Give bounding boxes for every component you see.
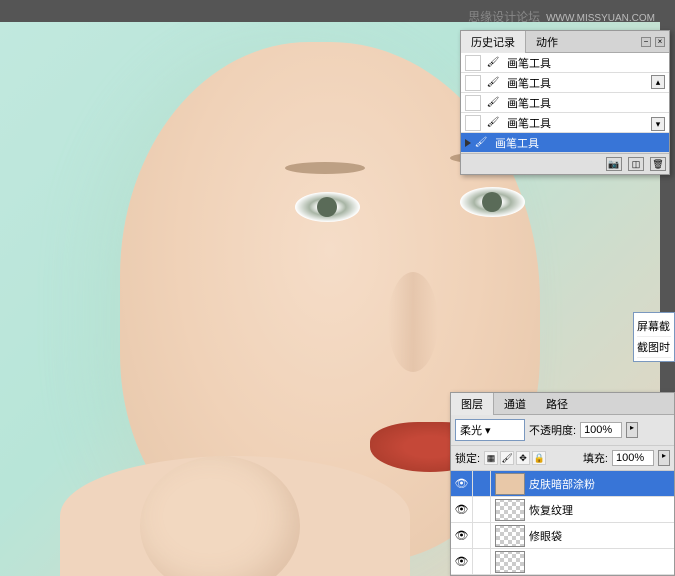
- fill-flyout-icon[interactable]: ▸: [658, 450, 670, 466]
- layers-panel-header: 图层 通道 路径: [451, 393, 674, 415]
- lock-fill-row: 锁定: ▦ 🖌 ✥ 🔒 填充: 100% ▸: [451, 446, 674, 471]
- history-checkbox[interactable]: [465, 75, 481, 91]
- current-state-icon: [465, 139, 471, 147]
- history-label: 画笔工具: [495, 135, 539, 151]
- link-col[interactable]: [473, 497, 491, 522]
- visibility-toggle[interactable]: 👁: [451, 471, 473, 496]
- minimize-icon[interactable]: −: [641, 37, 651, 47]
- close-icon[interactable]: ×: [655, 37, 665, 47]
- layer-thumbnail[interactable]: [495, 551, 525, 573]
- opacity-label: 不透明度:: [529, 422, 576, 438]
- brush-icon: [485, 96, 501, 110]
- history-item[interactable]: 画笔工具: [461, 133, 669, 153]
- history-label: 画笔工具: [507, 95, 551, 111]
- opacity-flyout-icon[interactable]: ▸: [626, 422, 638, 438]
- history-list: ▴ 画笔工具 画笔工具 画笔工具 画笔工具 画笔工具 ▾: [461, 53, 669, 153]
- lock-label: 锁定:: [455, 450, 480, 466]
- blend-opacity-row: 柔光 ▾ 不透明度: 100% ▸: [451, 415, 674, 446]
- layer-thumbnail[interactable]: [495, 525, 525, 547]
- lock-position-icon[interactable]: ✥: [516, 451, 530, 465]
- layers-panel: 图层 通道 路径 柔光 ▾ 不透明度: 100% ▸ 锁定: ▦ 🖌 ✥ 🔒 填…: [450, 392, 675, 576]
- brush-icon: [485, 56, 501, 70]
- history-label: 画笔工具: [507, 75, 551, 91]
- tab-history[interactable]: 历史记录: [461, 31, 526, 53]
- fill-input[interactable]: 100%: [612, 450, 654, 466]
- new-snapshot-icon[interactable]: ◫: [628, 157, 644, 171]
- link-col[interactable]: [473, 523, 491, 548]
- history-checkbox[interactable]: [465, 115, 481, 131]
- tab-channels[interactable]: 通道: [494, 393, 536, 415]
- scroll-up-icon[interactable]: ▴: [651, 75, 665, 89]
- snapshot-icon[interactable]: 📷: [606, 157, 622, 171]
- layer-name: 皮肤暗部涂粉: [529, 476, 595, 492]
- history-checkbox[interactable]: [465, 55, 481, 71]
- fill-label: 填充:: [583, 450, 608, 466]
- visibility-toggle[interactable]: 👁: [451, 549, 473, 574]
- link-col[interactable]: [473, 471, 491, 496]
- layer-thumbnail[interactable]: [495, 499, 525, 521]
- history-checkbox[interactable]: [465, 95, 481, 111]
- layer-row[interactable]: 👁 皮肤暗部涂粉: [451, 471, 674, 497]
- history-item[interactable]: 画笔工具: [461, 73, 669, 93]
- screenshot-popup: 屏幕截 截图时: [633, 312, 675, 362]
- layer-thumbnail[interactable]: [495, 473, 525, 495]
- tab-layers[interactable]: 图层: [451, 393, 494, 415]
- history-panel: 历史记录 动作 − × ▴ 画笔工具 画笔工具 画笔工具 画笔工具: [460, 30, 670, 175]
- brush-icon: [485, 76, 501, 90]
- layers-list: 👁 皮肤暗部涂粉 👁 恢复纹理 👁 修眼袋 👁: [451, 471, 674, 575]
- link-col[interactable]: [473, 549, 491, 574]
- opacity-input[interactable]: 100%: [580, 422, 622, 438]
- layer-row[interactable]: 👁: [451, 549, 674, 575]
- history-item[interactable]: 画笔工具: [461, 93, 669, 113]
- history-item[interactable]: 画笔工具: [461, 53, 669, 73]
- layer-row[interactable]: 👁 恢复纹理: [451, 497, 674, 523]
- brush-icon: [485, 116, 501, 130]
- visibility-toggle[interactable]: 👁: [451, 497, 473, 522]
- lock-transparency-icon[interactable]: ▦: [484, 451, 498, 465]
- layer-row[interactable]: 👁 修眼袋: [451, 523, 674, 549]
- history-label: 画笔工具: [507, 115, 551, 131]
- tab-paths[interactable]: 路径: [536, 393, 578, 415]
- visibility-toggle[interactable]: 👁: [451, 523, 473, 548]
- lock-pixels-icon[interactable]: 🖌: [500, 451, 514, 465]
- brush-icon: [473, 136, 489, 150]
- layer-name: 修眼袋: [529, 528, 562, 544]
- trash-icon[interactable]: 🗑: [650, 157, 666, 171]
- lock-all-icon[interactable]: 🔒: [532, 451, 546, 465]
- history-panel-footer: 📷 ◫ 🗑: [461, 153, 669, 174]
- scroll-down-icon[interactable]: ▾: [651, 117, 665, 131]
- layer-name: 恢复纹理: [529, 502, 573, 518]
- history-item[interactable]: 画笔工具: [461, 113, 669, 133]
- history-label: 画笔工具: [507, 55, 551, 71]
- history-panel-header: 历史记录 动作 − ×: [461, 31, 669, 53]
- tab-actions[interactable]: 动作: [526, 31, 568, 53]
- blend-mode-select[interactable]: 柔光 ▾: [455, 419, 525, 441]
